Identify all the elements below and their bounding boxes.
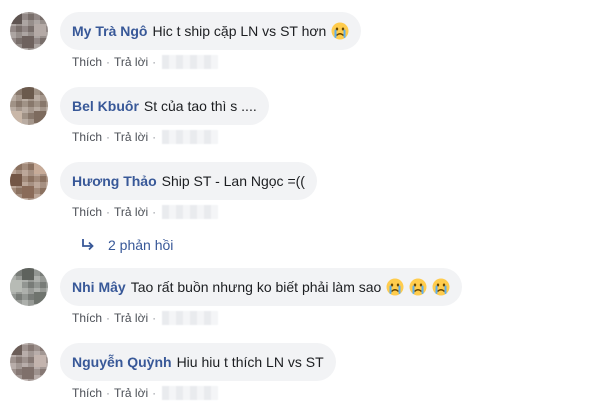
avatar[interactable]: [10, 162, 48, 200]
like-link[interactable]: Thích: [72, 311, 102, 325]
crying-face-icon: [386, 278, 404, 296]
separator: ·: [152, 55, 157, 69]
reply-link[interactable]: Trả lời: [114, 386, 148, 400]
like-link[interactable]: Thích: [72, 205, 102, 219]
crying-face-icon: [331, 22, 349, 40]
reply-link[interactable]: Trả lời: [114, 311, 148, 325]
separator: ·: [106, 386, 111, 400]
comment-text: St của tao thì s ....: [143, 98, 257, 114]
comment-actions: Thích · Trả lời ·: [72, 54, 219, 70]
comment-text: Tao rất buồn nhưng ko biết phải làm sao: [130, 279, 382, 295]
separator: ·: [106, 130, 111, 144]
blurred-timestamp: [162, 386, 219, 400]
reply-link[interactable]: Trả lời: [114, 205, 148, 219]
comment-bubble: Bel Kbuôr St của tao thì s ....: [60, 87, 269, 125]
crying-face-icon: [432, 278, 450, 296]
comment-bubble: Hương Thảo Ship ST - Lan Ngọc =((: [60, 162, 317, 200]
separator: ·: [152, 205, 157, 219]
like-link[interactable]: Thích: [72, 386, 102, 400]
comment-bubble: Nhi Mây Tao rất buồn nhưng ko biết phải …: [60, 268, 463, 306]
comment-text: Ship ST - Lan Ngọc =((: [161, 173, 305, 189]
reply-link[interactable]: Trả lời: [114, 130, 148, 144]
blurred-timestamp: [162, 205, 219, 219]
comment-bubble: Nguyễn Quỳnh Hiu hiu t thích LN vs ST: [60, 343, 336, 381]
comment-author[interactable]: Hương Thảo: [72, 173, 157, 189]
separator: ·: [106, 205, 111, 219]
separator: ·: [152, 386, 157, 400]
separator: ·: [106, 55, 111, 69]
avatar[interactable]: [10, 87, 48, 125]
separator: ·: [106, 311, 111, 325]
comment-author[interactable]: Bel Kbuôr: [72, 98, 139, 114]
comment-actions: Thích · Trả lời ·: [72, 310, 219, 326]
avatar[interactable]: [10, 12, 48, 50]
like-link[interactable]: Thích: [72, 130, 102, 144]
crying-face-icon: [409, 278, 427, 296]
avatar[interactable]: [10, 268, 48, 306]
comment-text: Hiu hiu t thích LN vs ST: [176, 354, 324, 370]
comment-author[interactable]: Nguyễn Quỳnh: [72, 354, 172, 370]
blurred-timestamp: [162, 55, 219, 69]
reply-arrow-icon: [80, 238, 96, 252]
blurred-timestamp: [162, 130, 219, 144]
avatar[interactable]: [10, 343, 48, 381]
separator: ·: [152, 311, 157, 325]
comment-actions: Thích · Trả lời ·: [72, 204, 219, 220]
reply-link[interactable]: Trả lời: [114, 55, 148, 69]
blurred-timestamp: [162, 311, 219, 325]
comment-actions: Thích · Trả lời ·: [72, 385, 219, 401]
view-replies-link[interactable]: 2 phản hồi: [80, 236, 173, 254]
comment-actions: Thích · Trả lời ·: [72, 129, 219, 145]
like-link[interactable]: Thích: [72, 55, 102, 69]
comment-author[interactable]: My Trà Ngô: [72, 23, 147, 39]
comment-author[interactable]: Nhi Mây: [72, 279, 126, 295]
comment-bubble: My Trà Ngô Hic t ship cặp LN vs ST hơn: [60, 12, 362, 50]
replies-count: 2 phản hồi: [108, 237, 174, 253]
comment-text: Hic t ship cặp LN vs ST hơn: [152, 23, 327, 39]
separator: ·: [152, 130, 157, 144]
